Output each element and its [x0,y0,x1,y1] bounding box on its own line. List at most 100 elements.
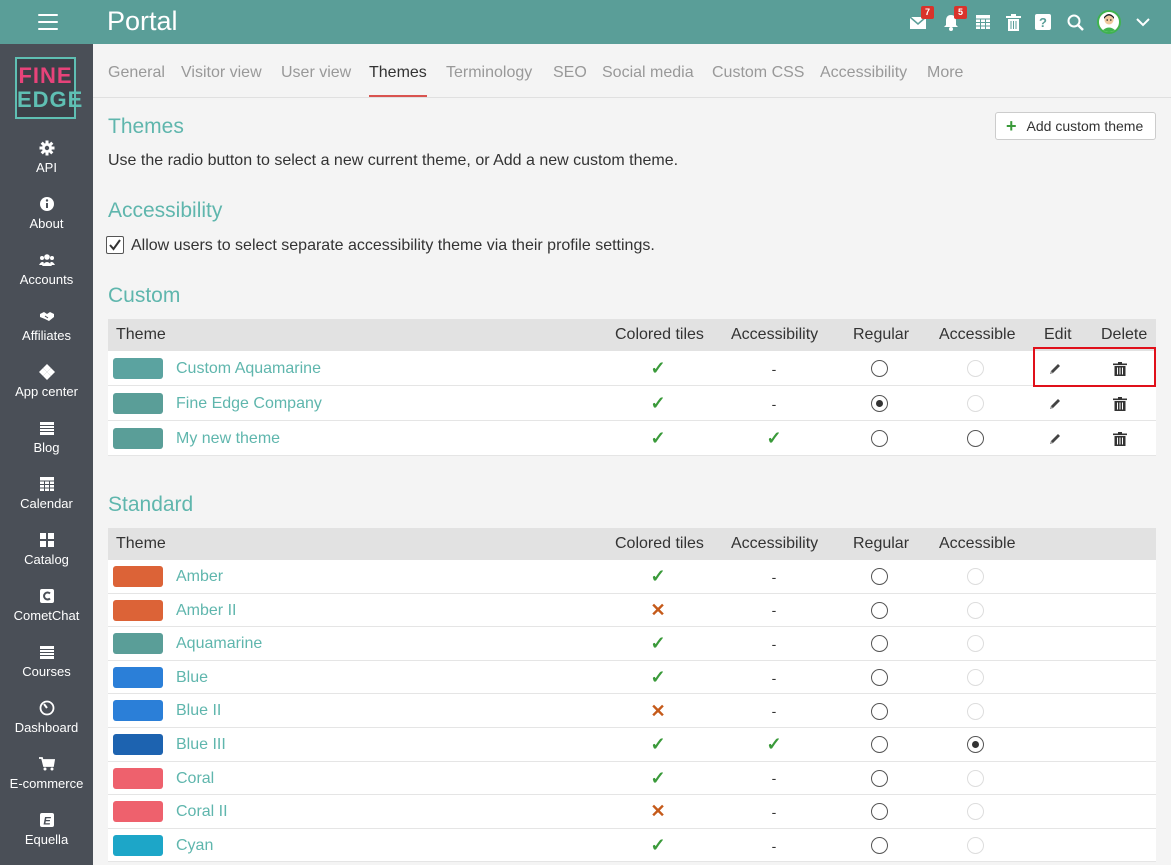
accessible-radio[interactable] [966,736,984,754]
theme-name-link[interactable]: Blue [176,669,208,687]
accessible-cell [925,627,1025,661]
theme-name-link[interactable]: Coral II [176,803,228,821]
bell-icon[interactable]: 5 [941,6,967,32]
theme-name-link[interactable]: My new theme [176,430,280,448]
regular-radio[interactable] [870,702,888,720]
colored-tiles-cell: ✓ [608,351,708,386]
accessible-cell [925,829,1025,863]
column-header: Theme [116,535,166,552]
envelope-icon[interactable]: 7 [908,6,934,32]
column-header: Theme [116,326,166,343]
sidebar-item-affiliates[interactable]: Affiliates [0,308,93,364]
theme-name-link[interactable]: Custom Aquamarine [176,360,321,378]
tab-more[interactable]: More [927,60,963,98]
accessibility-cell: ✓ [724,728,824,762]
sidebar-item-cometchat[interactable]: CometChat [0,588,93,644]
regular-radio[interactable] [870,837,888,855]
tab-social-media[interactable]: Social media [602,60,694,98]
theme-name-link[interactable]: Amber [176,568,223,586]
table-row: Coral II ✕ - [108,795,1156,829]
regular-radio[interactable] [870,736,888,754]
tab-custom-css[interactable]: Custom CSS [712,60,804,98]
edit-cell [1035,421,1075,456]
table-body: Custom Aquamarine ✓ - Fine Edge Company ✓ - My… [108,351,1156,456]
tab-themes[interactable]: Themes [369,60,427,98]
regular-radio[interactable] [870,601,888,619]
theme-name-link[interactable]: Fine Edge Company [176,395,322,413]
search-icon[interactable] [1065,12,1085,32]
theme-color-swatch [113,633,163,655]
sidebar-item-dashboard[interactable]: Dashboard [0,700,93,756]
sidebar-item-about[interactable]: About [0,196,93,252]
add-custom-theme-label: Add custom theme [1026,118,1144,134]
colored-tiles-cell: ✓ [608,829,708,863]
help-icon[interactable]: ? [1033,12,1053,32]
accessibility-checkbox[interactable] [106,236,124,254]
accessible-cell [925,762,1025,796]
colored-tiles-cell: ✕ [608,795,708,829]
tab-accessibility[interactable]: Accessibility [820,60,907,98]
sidebar-item-courses[interactable]: Courses [0,644,93,700]
delete-cell [1100,421,1140,456]
sidebar-item-e-commerce[interactable]: E-commerce [0,756,93,812]
regular-radio[interactable] [870,395,888,412]
accessible-radio [966,769,984,787]
theme-name-link[interactable]: Blue III [176,736,226,754]
table-header: Theme Colored tiles Accessibility Regula… [108,319,1156,351]
cometchat-icon [39,589,54,603]
check-icon: ✓ [650,393,666,413]
sidebar-item-calendar[interactable]: Calendar [0,476,93,532]
dash: - [771,395,777,412]
regular-radio[interactable] [870,635,888,653]
trash-icon[interactable] [1003,12,1023,32]
check-icon: ✓ [650,835,666,856]
theme-name-link[interactable]: Amber II [176,602,236,620]
sidebar-item-app-center[interactable]: App center [0,364,93,420]
regular-radio[interactable] [870,360,888,377]
tab-user-view[interactable]: User view [281,60,351,98]
tab-general[interactable]: General [108,60,165,98]
diamonds-icon [38,364,55,380]
theme-name-link[interactable]: Cyan [176,837,213,855]
regular-radio[interactable] [870,669,888,687]
tab-seo[interactable]: SEO [553,60,587,98]
pencil-icon[interactable] [1048,432,1062,446]
calendar-icon[interactable] [973,12,993,32]
theme-name-link[interactable]: Coral [176,770,214,788]
check-icon: ✓ [650,767,666,788]
theme-color-swatch [113,733,163,755]
regular-cell [829,594,929,628]
add-custom-theme-button[interactable]: + Add custom theme [995,112,1156,140]
sidebar-item-equella[interactable]: E Equella [0,812,93,865]
tab-visitor-view[interactable]: Visitor view [181,60,262,98]
chevron-down-icon[interactable] [1133,12,1153,32]
sidebar-item-accounts[interactable]: Accounts [0,252,93,308]
menu-icon[interactable] [38,14,58,30]
sidebar-item-api[interactable]: API [0,140,93,196]
trash-icon[interactable] [1113,396,1127,411]
avatar[interactable] [1097,10,1121,34]
logo[interactable]: FINE EDGE [15,57,82,119]
regular-radio[interactable] [870,568,888,586]
column-header: Accessible [939,326,1016,343]
trash-icon[interactable] [1113,431,1127,446]
page-title: Portal [107,6,178,36]
regular-radio[interactable] [870,803,888,821]
theme-name-link[interactable]: Blue II [176,702,221,720]
messages-badge: 7 [921,6,934,19]
pencil-icon[interactable] [1048,397,1062,411]
tab-terminology[interactable]: Terminology [446,60,532,98]
sidebar-item-catalog[interactable]: Catalog [0,532,93,588]
theme-color-swatch [113,566,163,587]
regular-cell [829,829,929,863]
regular-radio[interactable] [870,430,888,447]
dash: - [771,803,777,820]
table-row: My new theme ✓ ✓ [108,421,1156,456]
grid-icon [39,533,54,547]
theme-name-link[interactable]: Aquamarine [176,635,262,653]
regular-radio[interactable] [870,769,888,787]
theme-color-swatch [113,801,163,823]
accessible-radio[interactable] [966,430,984,447]
colored-tiles-cell: ✕ [608,594,708,628]
sidebar-item-blog[interactable]: Blog [0,420,93,476]
